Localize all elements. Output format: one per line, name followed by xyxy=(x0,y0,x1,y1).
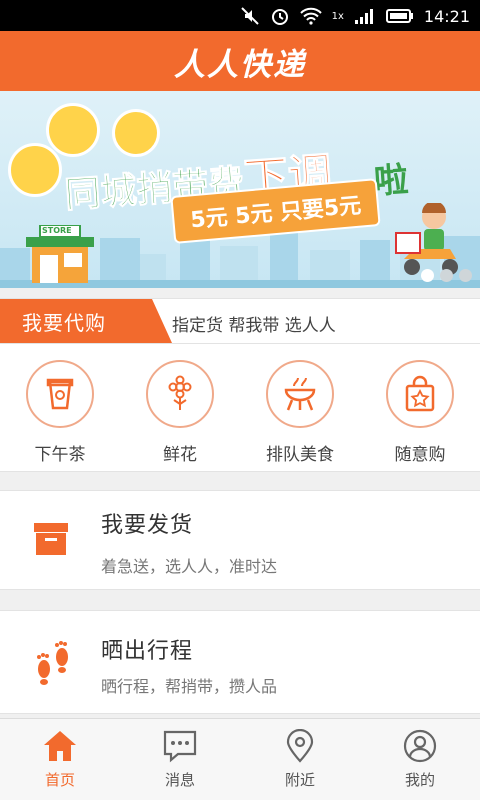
cup-icon xyxy=(46,378,74,410)
message-icon xyxy=(163,730,197,763)
share-trip-card[interactable]: 晒出行程 晒行程，帮捎带，攒人品 xyxy=(0,610,480,714)
status-icons: 1x 14:21 xyxy=(240,5,470,27)
nav-label: 附近 xyxy=(284,771,315,789)
nav-nearby[interactable]: 附近 xyxy=(240,719,360,800)
mute-icon xyxy=(240,7,259,25)
clock: 14:21 xyxy=(423,6,470,26)
footprints-icon xyxy=(37,641,68,685)
category-afternoon-tea[interactable]: 下午茶 xyxy=(0,344,120,472)
category-label: 鲜花 xyxy=(163,445,197,465)
category-free-shopping[interactable]: 随意购 xyxy=(360,344,480,472)
network-type: 1x xyxy=(331,10,344,22)
wifi-icon xyxy=(299,7,322,25)
food-stall-icon xyxy=(284,377,316,411)
category-queue-food[interactable]: 排队美食 xyxy=(240,344,360,472)
send-package-card[interactable]: 我要发货 着急送，选人人，准时达 xyxy=(0,490,480,590)
category-label: 下午茶 xyxy=(34,445,86,465)
user-icon xyxy=(403,729,437,763)
category-flowers[interactable]: 鲜花 xyxy=(120,344,240,472)
card-title: 晒出行程 xyxy=(101,639,194,664)
shopping-bag-icon xyxy=(405,375,435,412)
category-label: 随意购 xyxy=(394,445,446,465)
app-title: 人人快递 xyxy=(174,46,306,83)
nav-home[interactable]: 首页 xyxy=(0,719,120,800)
location-pin-icon xyxy=(286,729,314,763)
proxy-purchase-section: 我要代购 指定货 帮我带 选人人 下午茶 鲜花 排队美食 随意购 xyxy=(0,298,480,472)
carousel-indicator xyxy=(421,269,472,282)
nav-profile[interactable]: 我的 xyxy=(360,719,480,800)
section-header: 我要代购 指定货 帮我带 选人人 xyxy=(0,299,480,344)
store-sign: STORE xyxy=(42,226,72,235)
nav-messages[interactable]: 消息 xyxy=(120,719,240,800)
card-description: 着急送，选人人，准时达 xyxy=(101,557,278,576)
section-tag-label: 我要代购 xyxy=(22,310,106,335)
alarm-icon xyxy=(271,9,288,25)
carousel-dot[interactable] xyxy=(459,269,472,282)
courier-illustration xyxy=(395,203,458,275)
nav-label: 首页 xyxy=(44,771,75,789)
section-tag: 我要代购 xyxy=(0,299,172,343)
nav-label: 消息 xyxy=(164,771,195,789)
signal-icon xyxy=(354,9,373,24)
app-header: 人人快递 xyxy=(0,31,480,91)
flower-icon xyxy=(168,375,192,410)
card-title: 我要发货 xyxy=(101,513,194,538)
cup-bubble xyxy=(8,143,62,197)
bottom-nav: 首页 消息 附近 我的 xyxy=(0,718,480,800)
battery-icon xyxy=(385,9,413,23)
home-icon xyxy=(44,731,76,761)
carousel-dot[interactable] xyxy=(440,269,453,282)
status-bar: 1x 14:21 xyxy=(0,0,480,31)
promo-banner[interactable]: 同城捎带费下调 啦 5元 5元 只要5元 STORE xyxy=(0,91,480,288)
cake-bubble xyxy=(46,103,100,157)
nav-label: 我的 xyxy=(404,771,435,789)
section-tagline: 指定货 帮我带 选人人 xyxy=(172,316,336,336)
card-description: 晒行程，帮捎带，攒人品 xyxy=(101,677,278,696)
category-label: 排队美食 xyxy=(266,445,334,465)
box-icon xyxy=(34,523,68,555)
category-grid: 下午茶 鲜花 排队美食 随意购 xyxy=(0,344,480,472)
carousel-dot[interactable] xyxy=(421,269,434,282)
